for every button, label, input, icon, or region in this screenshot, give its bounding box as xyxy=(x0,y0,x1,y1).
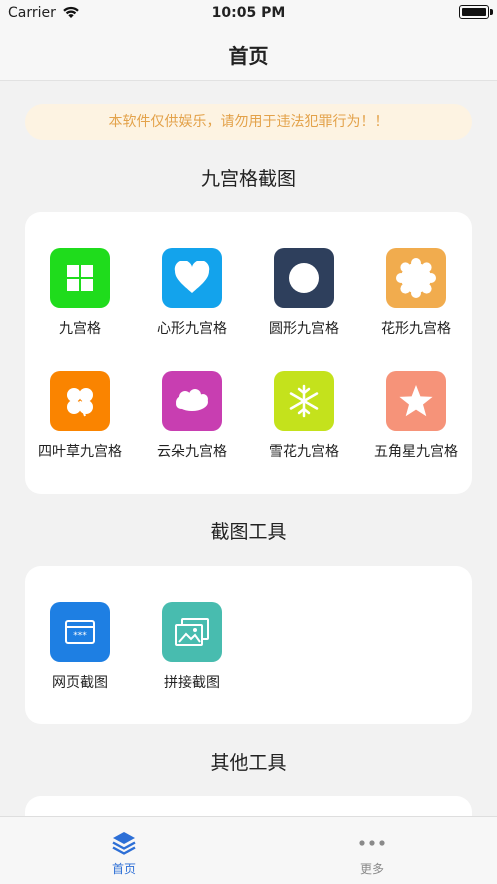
tile-label: 圆形九宫格 xyxy=(269,321,339,337)
tab-more[interactable]: 更多 xyxy=(312,829,432,877)
tile-label: 四叶草九宫格 xyxy=(38,444,122,460)
tile-label: 九宫格 xyxy=(59,321,101,337)
section-title-tools: 截图工具 xyxy=(210,521,287,543)
grid-tools-card: 九宫格 心形九宫格 圆形九宫格 花形九宫格 四叶草九宫格 云朵九宫格 雪花九宫格… xyxy=(25,212,472,494)
tab-label: 更多 xyxy=(359,862,384,876)
snowflake-icon xyxy=(274,371,334,431)
grid-tile-flower[interactable]: 花形九宫格 xyxy=(360,248,472,338)
star-icon xyxy=(386,371,446,431)
tool-tile-webpage[interactable]: *** 网页截图 xyxy=(24,602,136,692)
flower-icon xyxy=(386,248,446,308)
main-content[interactable]: 本软件仅供娱乐，请勿用于违法犯罪行为！！ 九宫格截图 九宫格 心形九宫格 圆形九… xyxy=(0,81,497,816)
disclaimer-banner: 本软件仅供娱乐，请勿用于违法犯罪行为！！ xyxy=(25,104,472,140)
heart-icon xyxy=(162,248,222,308)
svg-text:***: *** xyxy=(73,631,87,641)
grid-tile-cloud[interactable]: 云朵九宫格 xyxy=(136,371,248,461)
grid-tile-heart[interactable]: 心形九宫格 xyxy=(136,248,248,338)
other-tools-card xyxy=(25,796,472,816)
tab-home[interactable]: 首页 xyxy=(64,829,184,877)
tile-label: 网页截图 xyxy=(52,675,108,691)
grid-tile-star[interactable]: 五角星九宫格 xyxy=(360,371,472,461)
section-title-other: 其他工具 xyxy=(210,752,287,774)
grid-tile-snowflake[interactable]: 雪花九宫格 xyxy=(248,371,360,461)
tile-label: 五角星九宫格 xyxy=(374,444,458,460)
tile-label: 花形九宫格 xyxy=(381,321,451,337)
webpage-icon: *** xyxy=(50,602,110,662)
screenshot-tools-card: *** 网页截图 拼接截图 xyxy=(25,566,472,724)
tile-label: 云朵九宫格 xyxy=(157,444,227,460)
circle-icon xyxy=(274,248,334,308)
tile-label: 心形九宫格 xyxy=(157,321,227,337)
tile-label: 雪花九宫格 xyxy=(269,444,339,460)
tile-label: 拼接截图 xyxy=(164,675,220,691)
clock: 10:05 PM xyxy=(211,5,286,21)
tool-tile-stitch[interactable]: 拼接截图 xyxy=(136,602,248,692)
battery-icon xyxy=(459,5,493,19)
page-title: 首页 xyxy=(228,44,269,68)
status-bar: Carrier 10:05 PM xyxy=(0,0,497,26)
layers-icon xyxy=(64,829,184,857)
grid-icon xyxy=(50,248,110,308)
section-title-grid: 九宫格截图 xyxy=(200,168,296,190)
tab-bar: 首页 更多 xyxy=(0,816,497,884)
grid-tile-clover[interactable]: 四叶草九宫格 xyxy=(24,371,136,461)
clover-icon xyxy=(50,371,110,431)
grid-tile-circle[interactable]: 圆形九宫格 xyxy=(248,248,360,338)
navigation-bar: 首页 xyxy=(0,26,497,81)
image-stitch-icon xyxy=(162,602,222,662)
tab-label: 首页 xyxy=(111,862,136,876)
grid-tile-nine[interactable]: 九宫格 xyxy=(24,248,136,338)
cloud-icon xyxy=(162,371,222,431)
more-icon xyxy=(312,829,432,857)
